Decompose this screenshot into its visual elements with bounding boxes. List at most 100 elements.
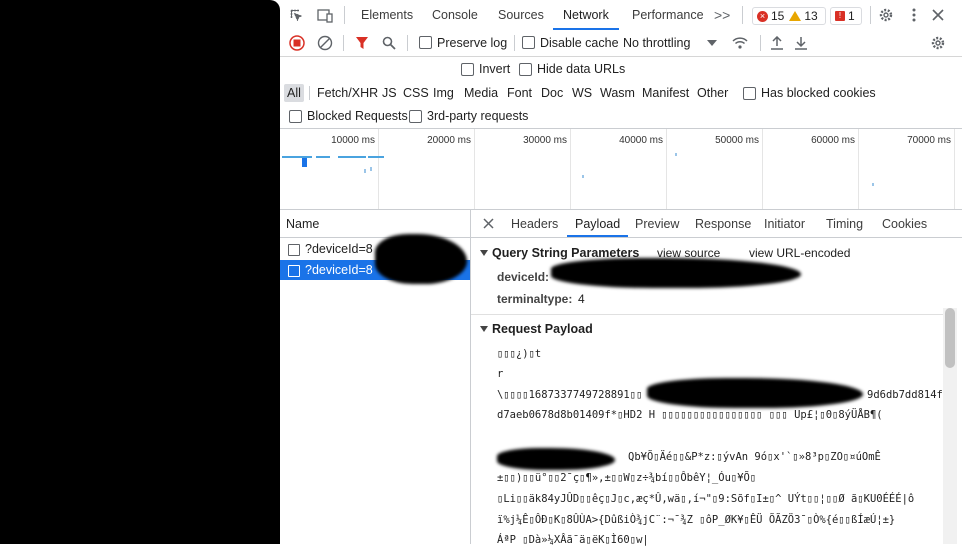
issues-icon: ! (835, 11, 845, 21)
detail-scrollbar[interactable] (943, 308, 957, 544)
error-count: 15 (771, 9, 785, 23)
devtools-panel: Elements Console Sources Network Perform… (280, 0, 962, 546)
filter-funnel-icon[interactable] (353, 34, 371, 52)
waterfall-bar (338, 156, 366, 158)
document-file-icon (288, 244, 300, 256)
detail-tabbar: Headers Payload Preview Response Initiat… (471, 210, 962, 238)
timeline-gridline (954, 129, 955, 209)
network-conditions-wifi-icon[interactable] (731, 34, 749, 52)
expand-triangle-icon (480, 250, 488, 256)
view-url-encoded-link[interactable]: view URL-encoded (749, 246, 850, 260)
throttling-select[interactable]: No throttling (623, 36, 690, 50)
filter-row: widevine × Invert Hide data URLs (280, 57, 962, 137)
payload-line: ▯Li▯▯äk84yJÛD▯▯êç▯J▯c,æç*Û,wä▯,í¬"▯9:Sõf… (497, 493, 915, 505)
waterfall-bar (582, 175, 584, 178)
tab-cookies[interactable]: Cookies (882, 210, 927, 237)
record-stop-icon[interactable] (288, 34, 306, 52)
issues-badge[interactable]: ! 1 (830, 7, 862, 25)
scrollbar-thumb[interactable] (945, 308, 955, 368)
inspect-element-icon[interactable] (288, 7, 306, 25)
blocked-requests-label: Blocked Requests (307, 109, 408, 123)
settings-gear-icon[interactable] (877, 6, 895, 24)
tab-headers[interactable]: Headers (511, 210, 558, 237)
toolbar-separator (870, 6, 871, 24)
type-filter-other[interactable]: Other (694, 84, 731, 102)
waterfall-bar (368, 156, 384, 158)
payload-line: ÁªP ▯Dà»¼XÂã¯ä▯ëK▯Ì60▯w| (497, 534, 649, 546)
preserve-log-checkbox[interactable] (419, 36, 432, 49)
more-options-icon[interactable] (905, 6, 923, 24)
type-filter-js[interactable]: JS (379, 84, 400, 102)
payload-line-tail: 9d6db7dd814f (867, 389, 943, 401)
third-party-requests-checkbox[interactable] (409, 110, 422, 123)
tab-preview[interactable]: Preview (635, 210, 679, 237)
device-toolbar-icon[interactable] (316, 7, 334, 25)
request-name: ?deviceId=8 (305, 263, 373, 277)
type-filter-wasm[interactable]: Wasm (597, 84, 638, 102)
chevron-down-icon[interactable] (707, 39, 717, 47)
payload-line: r (497, 368, 504, 380)
section-divider (471, 314, 943, 315)
type-filter-ws[interactable]: WS (569, 84, 595, 102)
request-list: Name ?deviceId=8 ?deviceId=8 (280, 210, 471, 544)
invert-checkbox[interactable] (461, 63, 474, 76)
type-filter-all[interactable]: All (284, 84, 304, 102)
tab-initiator[interactable]: Initiator (764, 210, 805, 237)
network-overview-timeline[interactable]: 10000 ms 20000 ms 30000 ms 40000 ms 5000… (280, 129, 962, 210)
tab-sources[interactable]: Sources (498, 0, 544, 30)
search-icon[interactable] (380, 34, 398, 52)
devtools-main-tabbar: Elements Console Sources Network Perform… (280, 0, 962, 31)
timeline-tick-label: 20000 ms (427, 135, 471, 146)
network-settings-gear-icon[interactable] (929, 34, 947, 52)
type-filter-manifest[interactable]: Manifest (639, 84, 692, 102)
toolbar-separator (742, 6, 743, 24)
console-counts-badge[interactable]: × 15 13 (752, 7, 826, 25)
toolbar-separator (309, 86, 310, 100)
has-blocked-cookies-checkbox[interactable] (743, 87, 756, 100)
more-tabs-button[interactable]: >> (714, 0, 730, 30)
page-viewport-black (0, 0, 280, 544)
name-header-label: Name (286, 217, 320, 231)
preserve-log-label: Preserve log (437, 36, 508, 50)
param-key: terminaltype: (497, 292, 573, 306)
type-filter-fetch-xhr[interactable]: Fetch/XHR (314, 84, 381, 102)
request-name: ?deviceId=8 (305, 242, 373, 256)
tab-network[interactable]: Network (553, 0, 619, 30)
param-value: 4 (578, 292, 585, 306)
tab-performance[interactable]: Performance (632, 0, 704, 30)
param-key: deviceId: (497, 270, 550, 284)
name-column-header[interactable]: Name (280, 210, 470, 238)
request-payload-title: Request Payload (492, 322, 593, 336)
type-filter-img[interactable]: Img (430, 84, 457, 102)
export-har-download-icon[interactable] (792, 34, 810, 52)
type-filter-media[interactable]: Media (461, 84, 501, 102)
expand-triangle-icon (480, 326, 488, 332)
clear-icon[interactable] (316, 34, 334, 52)
tab-console[interactable]: Console (432, 0, 478, 30)
tab-response[interactable]: Response (695, 210, 751, 237)
toolbar-separator (407, 35, 408, 51)
tab-payload[interactable]: Payload (566, 210, 629, 237)
type-filter-font[interactable]: Font (504, 84, 535, 102)
import-har-upload-icon[interactable] (768, 34, 786, 52)
tab-timing[interactable]: Timing (826, 210, 863, 237)
payload-line: ▯▯▯¿)▯t (497, 348, 542, 360)
request-payload-section-header[interactable]: Request Payload (480, 322, 593, 336)
timeline-tick-label: 10000 ms (331, 135, 375, 146)
close-devtools-icon[interactable] (929, 6, 947, 24)
invert-label: Invert (479, 62, 511, 76)
has-blocked-cookies-label: Has blocked cookies (761, 86, 876, 100)
hide-data-urls-checkbox[interactable] (519, 63, 532, 76)
toolbar-separator (760, 35, 761, 51)
payload-line: \▯▯▯▯1687337749728891▯▯ (497, 389, 643, 401)
request-detail-panel: Headers Payload Preview Response Initiat… (471, 210, 962, 546)
waterfall-bar (370, 167, 372, 171)
type-filter-css[interactable]: CSS (400, 84, 432, 102)
redaction-scribble (551, 258, 801, 288)
timeline-tick-label: 70000 ms (907, 135, 951, 146)
type-filter-doc[interactable]: Doc (538, 84, 566, 102)
tab-elements[interactable]: Elements (361, 0, 413, 30)
close-detail-icon[interactable] (482, 217, 495, 230)
blocked-requests-checkbox[interactable] (289, 110, 302, 123)
disable-cache-checkbox[interactable] (522, 36, 535, 49)
